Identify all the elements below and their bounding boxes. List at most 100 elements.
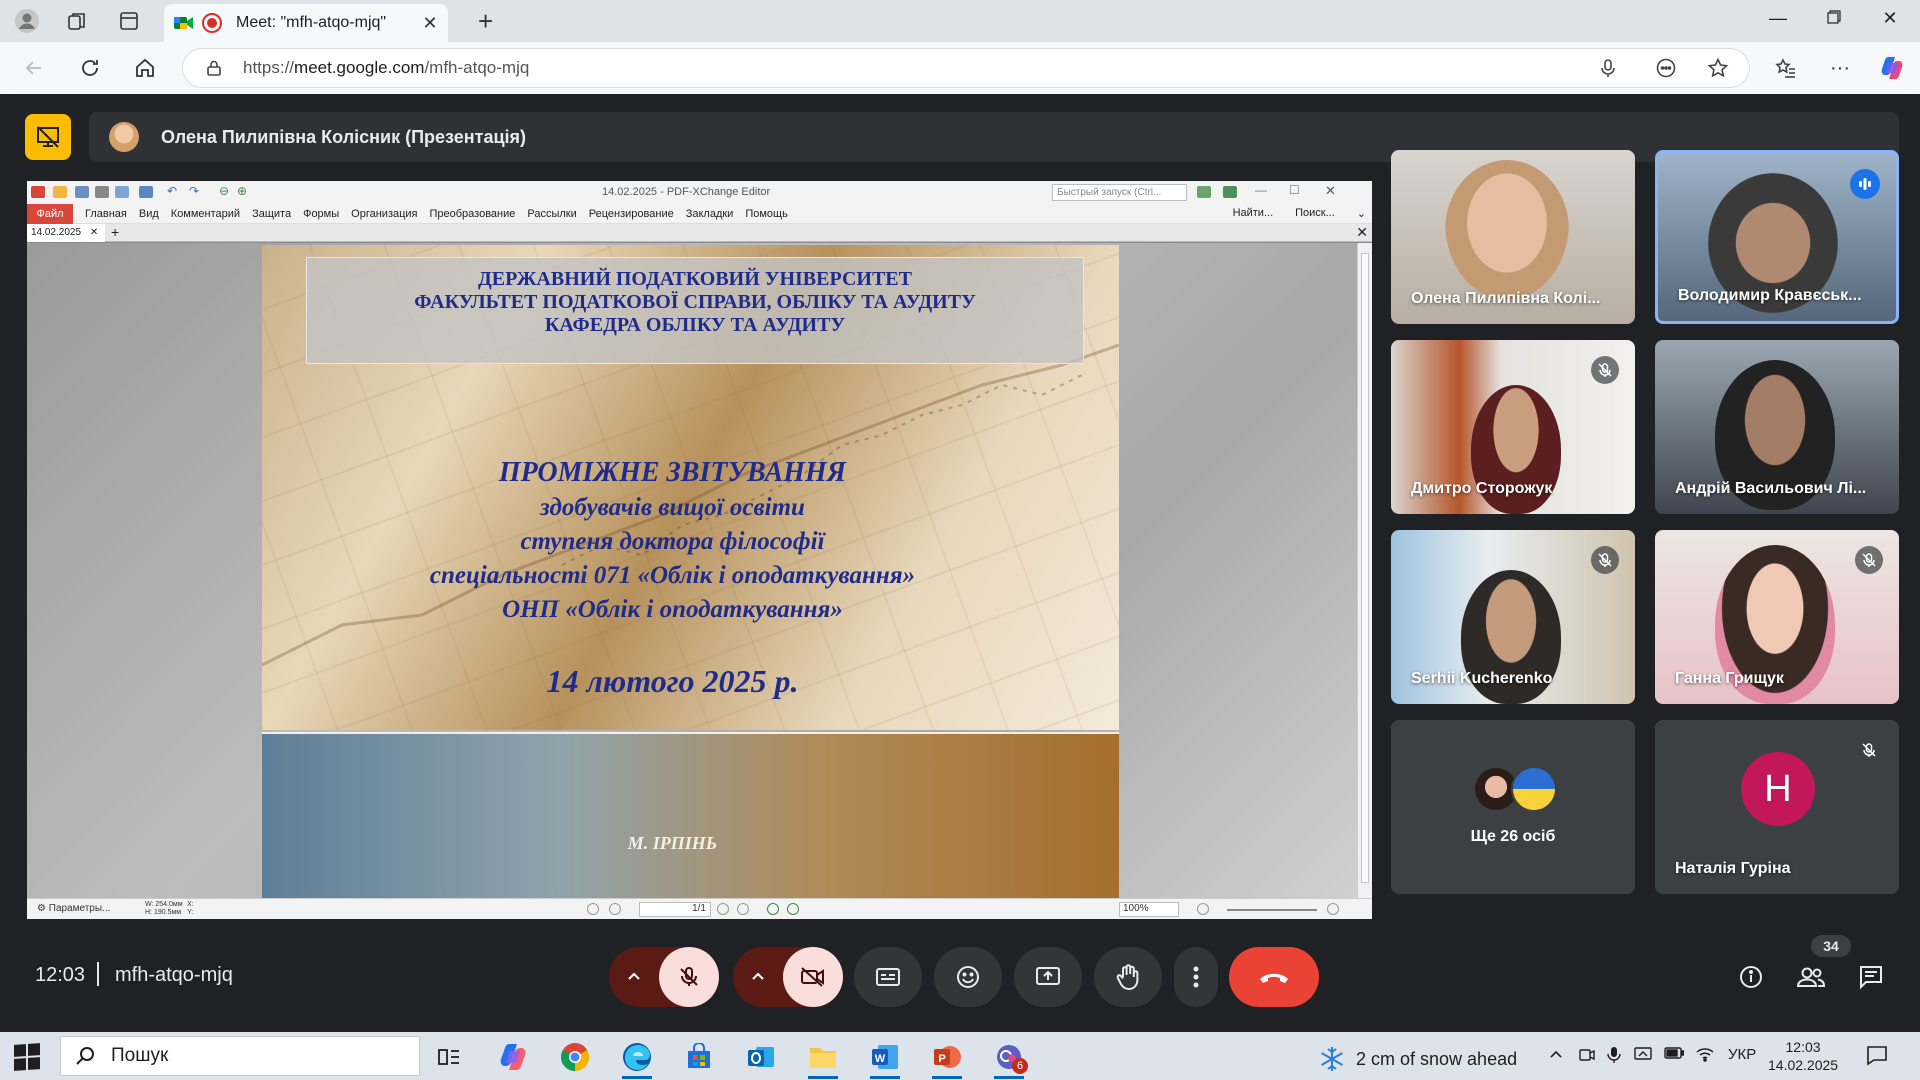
display-tray-icon[interactable]: [1634, 1046, 1652, 1066]
fullscreen-icon[interactable]: [1223, 186, 1237, 198]
favorites-list-icon[interactable]: [1772, 54, 1800, 82]
nav-back-icon[interactable]: ⊖: [219, 184, 229, 198]
last-page-icon[interactable]: [737, 903, 749, 915]
close-tab-icon[interactable]: ✕: [418, 13, 442, 34]
home-icon[interactable]: [131, 54, 159, 82]
find-button[interactable]: Найти...: [1233, 207, 1274, 220]
microphone-icon[interactable]: [1594, 54, 1622, 82]
menu-file[interactable]: Файл: [27, 203, 73, 224]
pdf-maximize-icon[interactable]: ☐: [1289, 183, 1300, 197]
zoom-select[interactable]: 100%: [1119, 902, 1179, 917]
open-icon[interactable]: [53, 186, 67, 198]
menu-comment[interactable]: Комментарий: [171, 208, 240, 220]
others-tile[interactable]: Ще 26 осіб: [1391, 720, 1635, 894]
presentation-icon[interactable]: [25, 114, 71, 160]
pdf-minimize-icon[interactable]: —: [1255, 183, 1267, 197]
email-icon[interactable]: [115, 186, 129, 198]
extension-chat-icon[interactable]: [1652, 54, 1680, 82]
close-window-icon[interactable]: ✕: [1870, 8, 1910, 29]
participant-tile[interactable]: Дмитро Сторожук: [1391, 340, 1635, 514]
participant-tile[interactable]: Н Наталія Гуріна: [1655, 720, 1899, 894]
ribbon-toggle-icon[interactable]: ⌄: [1357, 207, 1366, 220]
maximize-icon[interactable]: [1814, 8, 1854, 29]
chat-button[interactable]: [1851, 957, 1891, 997]
menu-view[interactable]: Вид: [139, 208, 159, 220]
active-tab[interactable]: Meet: "mfh-atqo-mjq" ✕: [164, 4, 448, 42]
participant-tile[interactable]: Serhii Kucherenko: [1391, 530, 1635, 704]
page-number-input[interactable]: 1/1: [639, 902, 711, 917]
mic-tray-icon[interactable]: [1606, 1046, 1622, 1068]
powerpoint-icon[interactable]: P: [930, 1040, 964, 1079]
leave-call-button[interactable]: [1229, 947, 1319, 1007]
first-page-icon[interactable]: [587, 903, 599, 915]
document-tab[interactable]: 14.02.2025 ✕: [27, 224, 105, 242]
address-bar[interactable]: https://meet.google.com/mfh-atqo-mjq: [182, 48, 1750, 88]
more-menu-icon[interactable]: ···: [1826, 54, 1854, 82]
weather-widget[interactable]: 2 cm of snow ahead: [1318, 1045, 1517, 1073]
history-forward-icon[interactable]: [787, 903, 799, 915]
nav-forward-icon[interactable]: ⊕: [237, 184, 247, 198]
captions-button[interactable]: [854, 947, 922, 1007]
scrollbar-thumb[interactable]: [1361, 253, 1369, 883]
more-options-button[interactable]: [1174, 947, 1218, 1007]
word-icon[interactable]: W: [868, 1040, 902, 1079]
participant-tile[interactable]: Олена Пилипівна Колі...: [1391, 150, 1635, 324]
undo-icon[interactable]: ↶: [167, 184, 177, 198]
menu-mailings[interactable]: Рассылки: [527, 208, 576, 220]
raise-hand-button[interactable]: [1094, 947, 1162, 1007]
pdf-close-icon[interactable]: ✕: [1325, 183, 1336, 199]
participant-tile[interactable]: Володимир Кравєськ...: [1655, 150, 1899, 324]
workspaces-icon[interactable]: [64, 8, 90, 34]
people-button[interactable]: [1791, 957, 1831, 997]
present-button[interactable]: [1014, 947, 1082, 1007]
quick-launch-input[interactable]: Быстрый запуск (Ctrl...: [1052, 184, 1187, 201]
back-icon[interactable]: [20, 54, 48, 82]
reload-icon[interactable]: [76, 54, 104, 82]
lock-icon[interactable]: [205, 59, 223, 77]
participant-tile[interactable]: Андрій Васильович Лі...: [1655, 340, 1899, 514]
participant-tile[interactable]: Ганна Грищук: [1655, 530, 1899, 704]
outlook-icon[interactable]: [744, 1040, 778, 1074]
search-button[interactable]: Поиск...: [1295, 207, 1335, 220]
menu-home[interactable]: Главная: [85, 208, 127, 220]
vertical-tabs-icon[interactable]: [116, 8, 142, 34]
print-icon[interactable]: [95, 186, 109, 198]
menu-convert[interactable]: Преобразование: [430, 208, 516, 220]
menu-organize[interactable]: Организация: [351, 208, 417, 220]
reactions-button[interactable]: [934, 947, 1002, 1007]
next-page-icon[interactable]: [717, 903, 729, 915]
audio-options-icon[interactable]: [625, 967, 643, 990]
favorite-star-icon[interactable]: [1704, 54, 1732, 82]
zoom-slider[interactable]: [1227, 909, 1317, 911]
document-tab-close-icon[interactable]: ✕: [90, 227, 98, 238]
minimize-icon[interactable]: —: [1758, 8, 1798, 29]
camera-button[interactable]: [783, 947, 843, 1007]
menu-protect[interactable]: Защита: [252, 208, 291, 220]
battery-icon[interactable]: [1664, 1046, 1685, 1064]
scan-icon[interactable]: [139, 186, 153, 198]
video-options-icon[interactable]: [749, 967, 767, 990]
language-indicator[interactable]: УКР: [1728, 1046, 1756, 1063]
meeting-details-button[interactable]: [1731, 957, 1771, 997]
save-icon[interactable]: [75, 186, 89, 198]
layout-icon[interactable]: [1197, 186, 1211, 198]
task-view-icon[interactable]: [432, 1040, 466, 1074]
menu-forms[interactable]: Формы: [303, 208, 339, 220]
copilot-app-icon[interactable]: [496, 1040, 530, 1074]
meet-tray-icon[interactable]: [1578, 1046, 1596, 1068]
close-all-tabs-icon[interactable]: ✕: [1356, 224, 1368, 241]
menu-bookmarks[interactable]: Закладки: [686, 208, 734, 220]
windows-start-icon[interactable]: [14, 1043, 40, 1071]
menu-help[interactable]: Помощь: [745, 208, 788, 220]
wifi-icon[interactable]: [1696, 1046, 1714, 1066]
taskbar-search[interactable]: Пошук: [60, 1036, 420, 1076]
notifications-icon[interactable]: [1866, 1044, 1888, 1070]
zoom-in-icon[interactable]: [1327, 903, 1339, 915]
zoom-out-icon[interactable]: [1197, 903, 1209, 915]
file-explorer-icon[interactable]: [806, 1040, 840, 1079]
history-back-icon[interactable]: [767, 903, 779, 915]
prev-page-icon[interactable]: [609, 903, 621, 915]
mute-button[interactable]: [659, 947, 719, 1007]
new-tab-icon[interactable]: +: [478, 8, 493, 34]
profile-icon[interactable]: [14, 8, 40, 34]
